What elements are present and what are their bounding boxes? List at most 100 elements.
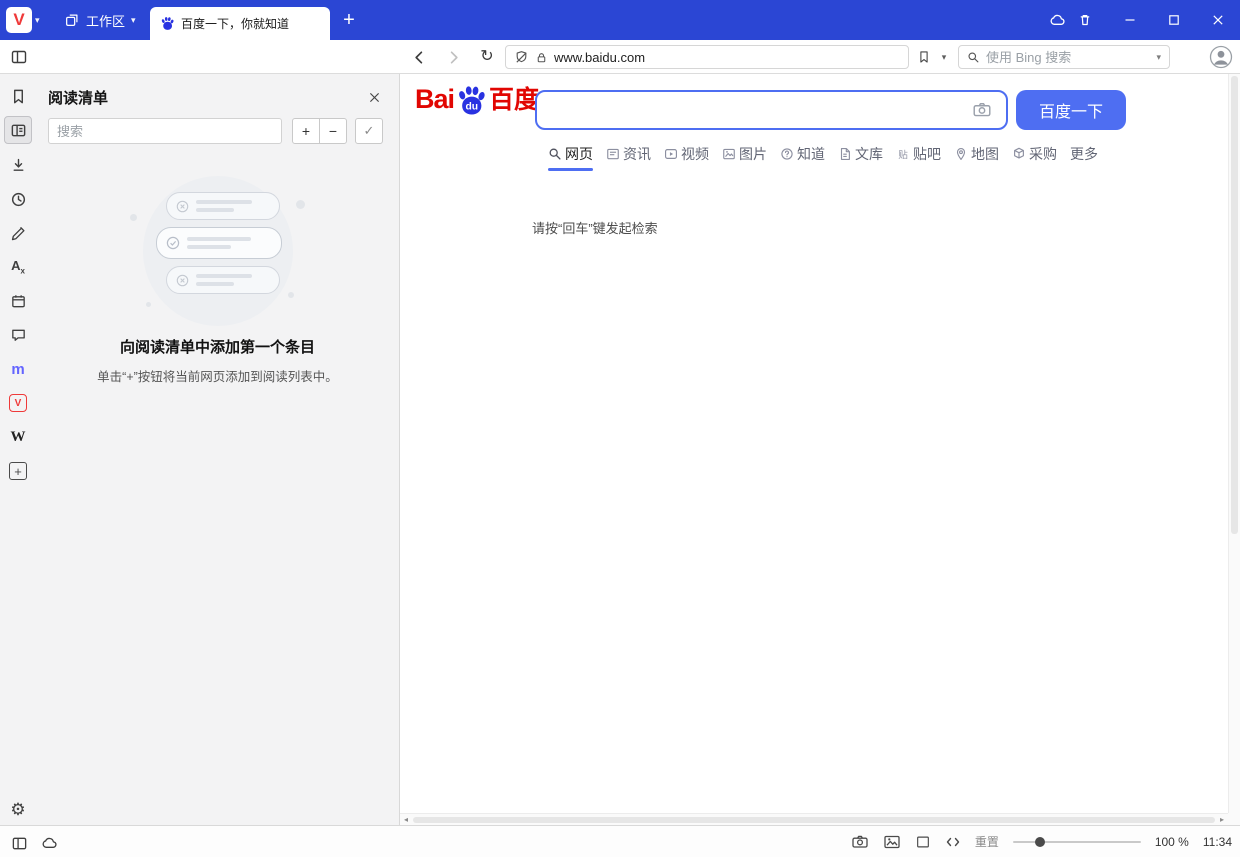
window-panel-button[interactable] bbox=[4, 287, 32, 315]
vivaldi-menu-button[interactable]: V ▾ bbox=[6, 7, 40, 33]
baidu-search-button[interactable]: 百度一下 bbox=[1016, 90, 1126, 130]
minimize-button[interactable] bbox=[1108, 0, 1152, 40]
chevron-down-icon: ▾ bbox=[131, 16, 136, 25]
title-bar: V ▾ 工作区 ▾ 百度一下，你就知道 + bbox=[0, 0, 1240, 40]
wikipedia-webpanel-button[interactable]: W bbox=[4, 423, 32, 451]
bookmark-page-button[interactable] bbox=[913, 46, 935, 68]
ghost-list-item bbox=[156, 227, 282, 259]
downloads-panel-button[interactable] bbox=[4, 151, 32, 179]
sync-button[interactable] bbox=[1044, 7, 1070, 33]
panel-close-button[interactable] bbox=[365, 88, 383, 106]
panel-sidebar: Ax m V W + ⚙ bbox=[0, 74, 36, 825]
settings-button[interactable]: ⚙ bbox=[4, 796, 32, 824]
workspace-icon bbox=[64, 12, 80, 28]
zoom-slider-thumb[interactable] bbox=[1035, 837, 1045, 847]
toggle-images-button[interactable] bbox=[883, 833, 901, 851]
reading-list-search[interactable] bbox=[48, 118, 282, 144]
forward-button[interactable] bbox=[442, 46, 464, 68]
reading-list-actions: + − bbox=[292, 118, 347, 144]
vivaldi-webpanel-button[interactable]: V bbox=[4, 389, 32, 417]
bookmark-dropdown-button[interactable]: ▾ bbox=[936, 46, 952, 68]
maximize-button[interactable] bbox=[1152, 0, 1196, 40]
cloud-icon bbox=[1049, 12, 1066, 29]
camera-search-icon[interactable] bbox=[972, 100, 992, 120]
tieba-icon: 贴 bbox=[896, 147, 910, 161]
notes-panel-button[interactable] bbox=[4, 219, 32, 247]
baidu-nav-news[interactable]: 资讯 bbox=[606, 140, 651, 167]
workspace-button[interactable]: 工作区 ▾ bbox=[56, 7, 144, 33]
baidu-nav: 网页 资讯 视频 图片 知道 文库 贴 bbox=[548, 140, 1098, 167]
zoom-reset-button[interactable]: 重置 bbox=[975, 833, 999, 850]
news-icon bbox=[606, 147, 620, 161]
bookmarks-panel-button[interactable] bbox=[4, 82, 32, 110]
empty-state-subtitle: 单击“+”按钮将当前网页添加到阅读列表中。 bbox=[36, 366, 399, 385]
scroll-left-icon[interactable]: ◂ bbox=[400, 815, 412, 824]
panel-toggle-button[interactable] bbox=[8, 46, 30, 68]
bookmark-icon bbox=[917, 50, 931, 64]
tab-title: 百度一下，你就知道 bbox=[181, 15, 289, 32]
reading-list-panel-button[interactable] bbox=[4, 116, 32, 144]
workspace-label: 工作区 bbox=[86, 11, 125, 30]
vertical-scrollbar[interactable] bbox=[1228, 74, 1240, 813]
close-button[interactable] bbox=[1196, 0, 1240, 40]
empty-state-title: 向阅读清单中添加第一个条目 bbox=[36, 336, 399, 357]
zoom-slider-track[interactable] bbox=[1013, 841, 1141, 843]
scroll-right-icon[interactable]: ▸ bbox=[1216, 815, 1228, 824]
lock-icon bbox=[535, 51, 548, 64]
baidu-nav-more[interactable]: 更多 bbox=[1070, 140, 1098, 167]
vertical-scroll-thumb[interactable] bbox=[1231, 76, 1238, 534]
sync-status-button[interactable] bbox=[38, 832, 60, 854]
add-item-button[interactable]: + bbox=[292, 118, 320, 144]
baidu-search-input[interactable] bbox=[551, 101, 972, 119]
status-bar: 重置 100 % 11:34 bbox=[0, 825, 1240, 857]
reader-view-button[interactable] bbox=[915, 834, 931, 850]
history-panel-button[interactable] bbox=[4, 185, 32, 213]
window-controls bbox=[1108, 0, 1240, 40]
gear-icon: ⚙ bbox=[10, 800, 25, 820]
new-tab-button[interactable]: + bbox=[336, 7, 362, 33]
baidu-logo[interactable]: Bai du 百度 bbox=[415, 84, 539, 115]
baidu-nav-map[interactable]: 地图 bbox=[954, 140, 999, 167]
translate-panel-button[interactable]: Ax bbox=[4, 253, 32, 281]
zoom-slider[interactable] bbox=[1013, 835, 1141, 849]
shield-slash-icon bbox=[514, 50, 529, 65]
mastodon-icon: m bbox=[11, 361, 24, 378]
reload-button[interactable]: ↻ bbox=[476, 46, 498, 68]
mark-read-button[interactable]: ✓ bbox=[355, 118, 383, 144]
reading-list-search-input[interactable] bbox=[57, 124, 273, 139]
trash-icon bbox=[1077, 12, 1093, 28]
baidu-nav-caigou[interactable]: 采购 bbox=[1012, 140, 1057, 167]
horizontal-scrollbar[interactable]: ◂ ▸ bbox=[400, 813, 1228, 825]
panel-toggle-button[interactable] bbox=[8, 832, 30, 854]
circle-x-icon bbox=[176, 200, 189, 213]
clock: 11:34 bbox=[1203, 835, 1232, 849]
search-field[interactable]: ▾ bbox=[958, 45, 1170, 69]
mastodon-webpanel-button[interactable]: m bbox=[4, 355, 32, 383]
baidu-search-box[interactable] bbox=[535, 90, 1008, 130]
remove-item-button[interactable]: − bbox=[319, 118, 347, 144]
feedback-panel-button[interactable] bbox=[4, 321, 32, 349]
ghost-list-item bbox=[166, 266, 280, 294]
browser-window: V ▾ 工作区 ▾ 百度一下，你就知道 + bbox=[0, 0, 1240, 857]
search-input[interactable] bbox=[986, 50, 1150, 65]
capture-button[interactable] bbox=[851, 833, 869, 851]
back-button[interactable] bbox=[408, 46, 430, 68]
baidu-nav-tieba[interactable]: 贴 贴吧 bbox=[896, 140, 941, 167]
search-icon bbox=[967, 51, 980, 64]
page-actions-button[interactable] bbox=[945, 834, 961, 850]
baidu-nav-video[interactable]: 视频 bbox=[664, 140, 709, 167]
baidu-nav-zhidao[interactable]: 知道 bbox=[780, 140, 825, 167]
horizontal-scroll-thumb[interactable] bbox=[413, 817, 1215, 823]
add-webpanel-button[interactable]: + bbox=[4, 457, 32, 485]
address-bar[interactable]: www.baidu.com bbox=[505, 45, 909, 69]
circle-check-icon bbox=[166, 236, 180, 250]
video-icon bbox=[664, 147, 678, 161]
tab-baidu[interactable]: 百度一下，你就知道 bbox=[150, 7, 330, 40]
baidu-favicon bbox=[160, 16, 175, 31]
baidu-nav-webpage[interactable]: 网页 bbox=[548, 140, 593, 167]
baidu-nav-image[interactable]: 图片 bbox=[722, 140, 767, 167]
document-icon bbox=[838, 147, 852, 161]
baidu-nav-wenku[interactable]: 文库 bbox=[838, 140, 883, 167]
profile-avatar[interactable] bbox=[1208, 44, 1234, 70]
trash-button[interactable] bbox=[1072, 7, 1098, 33]
